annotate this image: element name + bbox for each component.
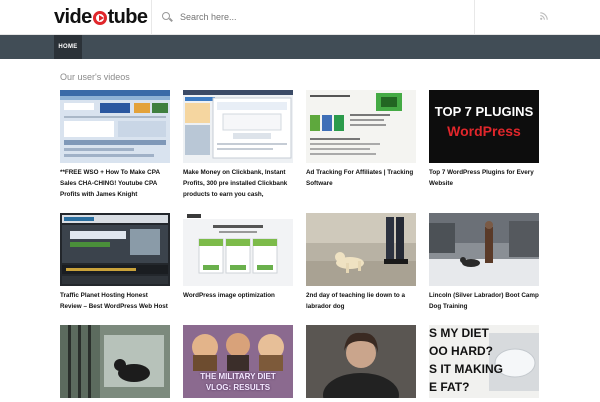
video-card[interactable]: Ad Tracking For Affiliates | Tracking So…: [306, 90, 416, 189]
video-thumbnail[interactable]: [306, 90, 416, 163]
video-title[interactable]: Top 7 WordPress Plugins for Every Websit…: [429, 167, 539, 189]
video-card[interactable]: [306, 325, 416, 402]
site-header: vide tube: [0, 0, 600, 35]
video-card[interactable]: Traffic Planet Hosting Honest Review – B…: [60, 213, 170, 312]
thumbnail-text: TOP 7 PLUGINS: [434, 104, 534, 119]
nav-item-home[interactable]: HOME: [54, 35, 82, 59]
video-thumbnail[interactable]: [306, 213, 416, 286]
rss-icon[interactable]: [540, 12, 548, 20]
video-card[interactable]: [60, 325, 170, 402]
thumbnail-line: OO HARD?: [429, 344, 493, 358]
video-title[interactable]: Traffic Planet Hosting Honest Review – B…: [60, 290, 170, 312]
video-thumbnail[interactable]: THE MILITARY DIET VLOG: RESULTS: [183, 325, 293, 398]
video-thumbnail[interactable]: [183, 90, 293, 163]
video-thumbnail[interactable]: [183, 213, 293, 286]
header-divider: [151, 0, 152, 34]
main-nav: HOME: [0, 35, 600, 59]
search-icon: [162, 12, 172, 22]
video-thumbnail[interactable]: [306, 325, 416, 398]
video-title[interactable]: WordPress image optimization: [183, 290, 293, 301]
logo-text-suffix: tube: [107, 6, 148, 28]
video-thumbnail[interactable]: [60, 90, 170, 163]
video-thumbnail[interactable]: S MY DIET OO HARD? S IT MAKING E FAT?: [429, 325, 539, 398]
video-title[interactable]: Lincoln (Silver Labrador) Boot Camp Dog …: [429, 290, 539, 312]
search-input[interactable]: [178, 11, 442, 23]
thumbnail-line: E FAT?: [429, 380, 470, 394]
video-thumbnail[interactable]: [429, 213, 539, 286]
video-card[interactable]: S MY DIET OO HARD? S IT MAKING E FAT?: [429, 325, 539, 402]
video-title[interactable]: Ad Tracking For Affiliates | Tracking So…: [306, 167, 416, 189]
thumbnail-line: S IT MAKING: [429, 362, 503, 376]
logo-text-prefix: vide: [54, 6, 92, 28]
video-title[interactable]: 2nd day of teaching lie down to a labrad…: [306, 290, 416, 312]
video-title[interactable]: Make Money on Clickbank, Instant Profits…: [183, 167, 293, 200]
video-card[interactable]: THE MILITARY DIET VLOG: RESULTS: [183, 325, 293, 402]
play-logo-icon: [92, 10, 107, 25]
video-thumbnail[interactable]: TOP 7 PLUGINS WordPress: [429, 90, 539, 163]
thumbnail-text: S MY DIET OO HARD? S IT MAKING E FAT?: [429, 325, 509, 396]
header-divider: [474, 0, 475, 34]
video-card[interactable]: 2nd day of teaching lie down to a labrad…: [306, 213, 416, 312]
video-card[interactable]: Lincoln (Silver Labrador) Boot Camp Dog …: [429, 213, 539, 312]
thumbnail-text: VLOG: RESULTS: [205, 383, 271, 392]
video-card[interactable]: Make Money on Clickbank, Instant Profits…: [183, 90, 293, 200]
thumbnail-line: S MY DIET: [429, 326, 489, 340]
search-bar[interactable]: [162, 0, 442, 34]
thumbnail-text: WordPress: [447, 123, 521, 139]
section-title: Our user's videos: [60, 72, 130, 82]
video-card[interactable]: **FREE WSO + How To Make CPA Sales CHA-C…: [60, 90, 170, 200]
video-thumbnail[interactable]: [60, 213, 170, 286]
video-card[interactable]: TOP 7 PLUGINS WordPress Top 7 WordPress …: [429, 90, 539, 189]
video-card[interactable]: WordPress image optimization: [183, 213, 293, 301]
video-thumbnail[interactable]: [60, 325, 170, 398]
site-logo[interactable]: vide tube: [54, 6, 148, 29]
thumbnail-text: THE MILITARY DIET: [200, 372, 276, 381]
video-title[interactable]: **FREE WSO + How To Make CPA Sales CHA-C…: [60, 167, 170, 200]
